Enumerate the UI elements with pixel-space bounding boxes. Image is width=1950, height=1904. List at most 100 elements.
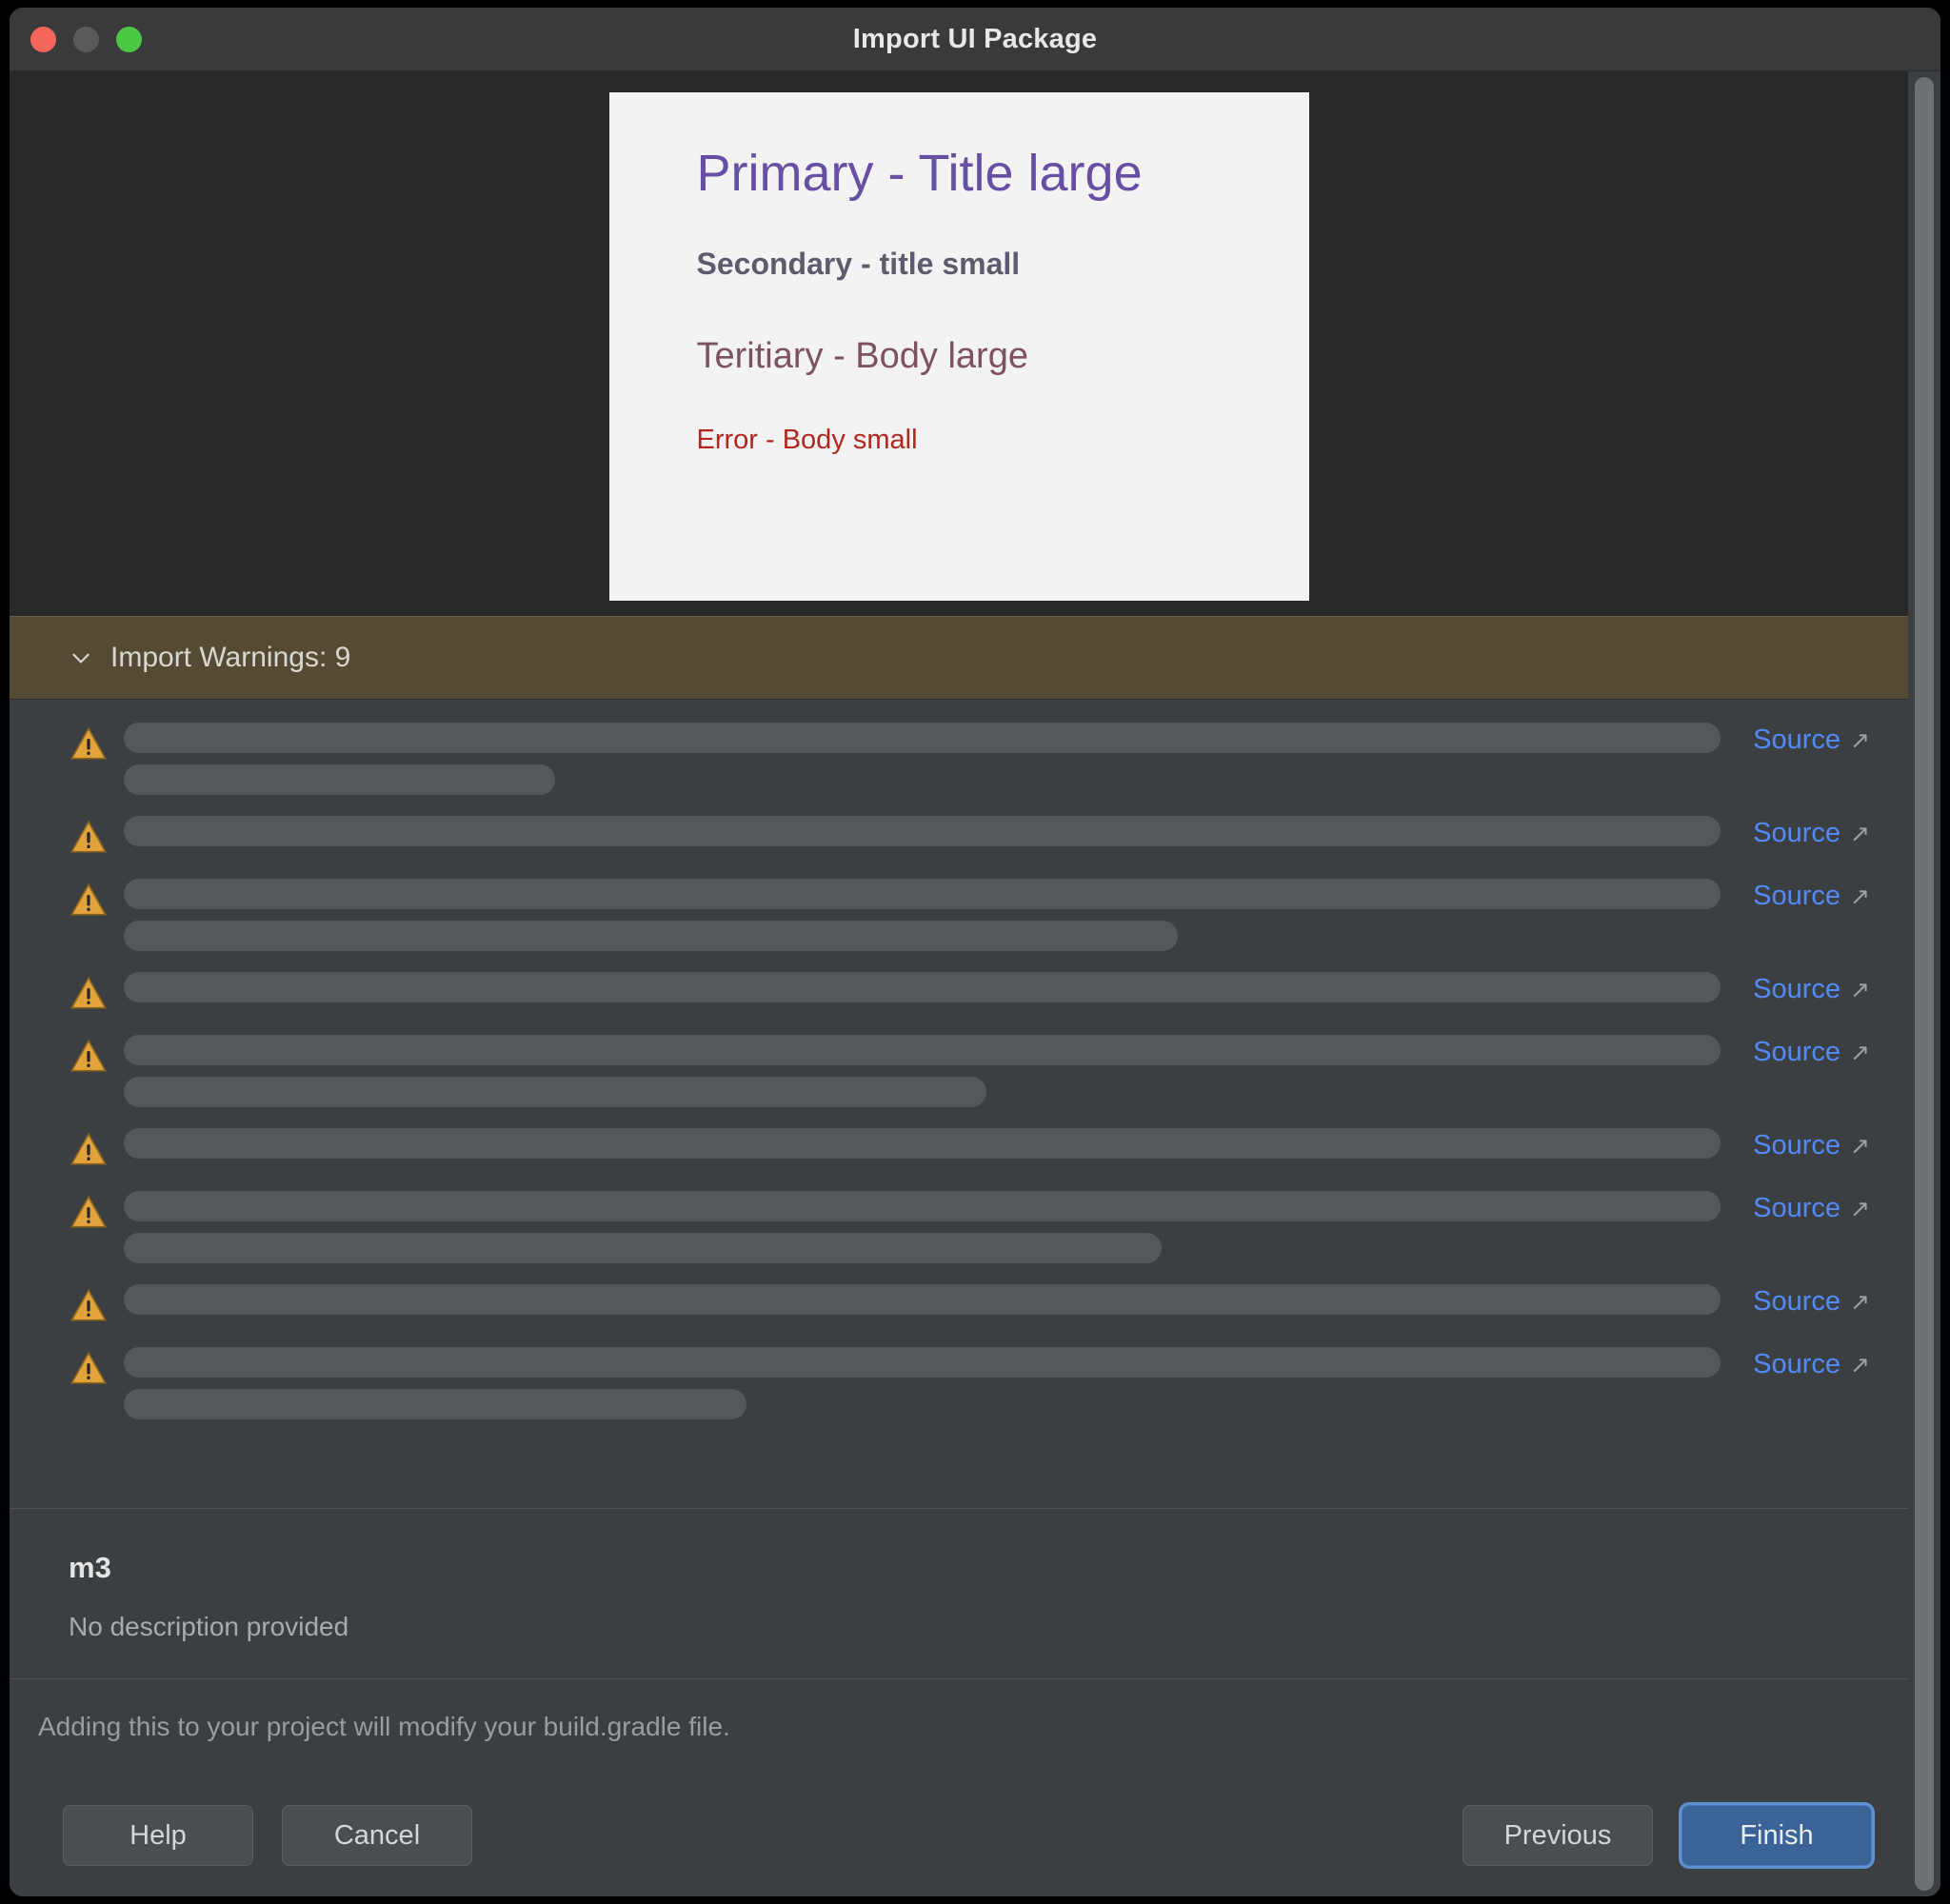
warning-triangle-icon [69,1286,109,1324]
warning-message-line [124,816,1721,846]
window-controls [30,8,142,70]
warning-row: Source ↗ [10,1128,1908,1170]
import-ui-package-dialog: Import UI Package Primary - Title large … [10,8,1940,1896]
theme-preview-card: Primary - Title large Secondary - title … [608,92,1309,601]
external-link-icon: ↗ [1850,821,1870,847]
warning-source-label: Source [1753,818,1841,848]
warning-group-spacer [10,1170,1908,1191]
external-link-icon: ↗ [1850,1352,1870,1378]
warning-row: Source ↗ [10,879,1908,951]
warning-triangle-icon [69,1130,109,1168]
import-warnings-banner[interactable]: Import Warnings: 9 [10,616,1908,700]
warning-source-link[interactable]: Source ↗ [1753,1286,1870,1318]
warning-group-spacer [10,1419,1908,1440]
help-button[interactable]: Help [63,1805,253,1866]
warning-message-line [124,1128,1721,1159]
warning-group-spacer [10,1263,1908,1284]
warning-source-label: Source [1753,1037,1841,1067]
warning-item: Source ↗ [10,1128,1908,1170]
footer-right-buttons: Previous Finish [1462,1805,1872,1866]
warning-message [124,879,1721,951]
warning-source-label: Source [1753,1349,1841,1379]
warning-row: Source ↗ [10,972,1908,1014]
theme-preview-stage: Primary - Title large Secondary - title … [10,71,1908,616]
warning-row: Source ↗ [10,723,1908,795]
warning-item: Source ↗ [10,972,1908,1014]
warning-item: Source ↗ [10,1191,1908,1263]
warning-source-label: Source [1753,1193,1841,1223]
warning-item: Source ↗ [10,1035,1908,1107]
preview-error-text: Error - Body small [696,425,918,456]
package-name: m3 [69,1551,111,1584]
warning-source-link[interactable]: Source ↗ [1753,724,1870,756]
warning-message-line [124,921,1178,951]
warning-source-label: Source [1753,881,1841,911]
external-link-icon: ↗ [1850,977,1870,1003]
warning-item: Source ↗ [10,879,1908,951]
title-bar: Import UI Package [10,8,1940,71]
warning-message-line [124,1284,1721,1315]
warning-message [124,1284,1721,1315]
warning-group-spacer [10,858,1908,879]
warning-group-spacer [10,1326,1908,1347]
warning-message-line [124,879,1721,909]
vertical-scrollbar-thumb[interactable] [1915,77,1934,1891]
warning-row: Source ↗ [10,1035,1908,1107]
gradle-note-strip: Adding this to your project will modify … [10,1678,1908,1775]
warning-message-line [124,764,555,795]
external-link-icon: ↗ [1850,883,1870,910]
warning-item: Source ↗ [10,1347,1908,1419]
dialog-body: Primary - Title large Secondary - title … [10,71,1940,1896]
minimize-window-button[interactable] [73,26,99,52]
warning-message-line [124,723,1721,753]
external-link-icon: ↗ [1850,727,1870,754]
external-link-icon: ↗ [1850,1133,1870,1160]
warning-source-link[interactable]: Source ↗ [1753,974,1870,1005]
warning-source-link[interactable]: Source ↗ [1753,881,1870,912]
warning-message-line [124,1191,1721,1221]
window-title: Import UI Package [852,23,1098,54]
warning-group-spacer [10,1014,1908,1035]
warning-triangle-icon [69,724,109,763]
cancel-button[interactable]: Cancel [282,1805,472,1866]
warning-message-line [124,1035,1721,1065]
warning-item: Source ↗ [10,816,1908,858]
chevron-down-icon [69,645,93,670]
warning-group-spacer [10,1107,1908,1128]
dialog-footer: Help Cancel Previous Finish [10,1775,1908,1896]
warning-triangle-icon [69,974,109,1012]
footer-left-buttons: Help Cancel [63,1805,472,1866]
warning-row: Source ↗ [10,1191,1908,1263]
warning-item: Source ↗ [10,1284,1908,1326]
package-description: No description provided [69,1612,349,1641]
warning-message-line [124,1077,986,1107]
warning-source-link[interactable]: Source ↗ [1753,1130,1870,1161]
warning-message [124,816,1721,846]
warning-row: Source ↗ [10,816,1908,858]
warning-message [124,1128,1721,1159]
warning-source-link[interactable]: Source ↗ [1753,818,1870,849]
external-link-icon: ↗ [1850,1196,1870,1222]
warning-triangle-icon [69,881,109,919]
warning-source-link[interactable]: Source ↗ [1753,1037,1870,1068]
package-description-panel: m3 No description provided [10,1508,1908,1678]
warning-message [124,1191,1721,1263]
vertical-scrollbar-track[interactable] [1908,71,1940,1896]
preview-tertiary-text: Teritiary - Body large [696,335,1028,376]
warning-message [124,723,1721,795]
maximize-window-button[interactable] [116,26,142,52]
warning-triangle-icon [69,818,109,856]
close-window-button[interactable] [30,26,56,52]
warning-row: Source ↗ [10,1284,1908,1326]
warning-message [124,972,1721,1002]
warning-source-label: Source [1753,1130,1841,1160]
warning-item: Source ↗ [10,723,1908,795]
warning-source-link[interactable]: Source ↗ [1753,1193,1870,1224]
warning-source-label: Source [1753,724,1841,755]
warning-message-line [124,1233,1163,1263]
previous-button[interactable]: Previous [1462,1805,1653,1866]
import-warnings-list[interactable]: Source ↗ Source ↗ Source ↗ Source ↗ Source ↗ Sourc… [10,700,1908,1508]
warning-source-link[interactable]: Source ↗ [1753,1349,1870,1380]
gradle-note-text: Adding this to your project will modify … [38,1712,730,1741]
finish-button[interactable]: Finish [1681,1805,1872,1866]
